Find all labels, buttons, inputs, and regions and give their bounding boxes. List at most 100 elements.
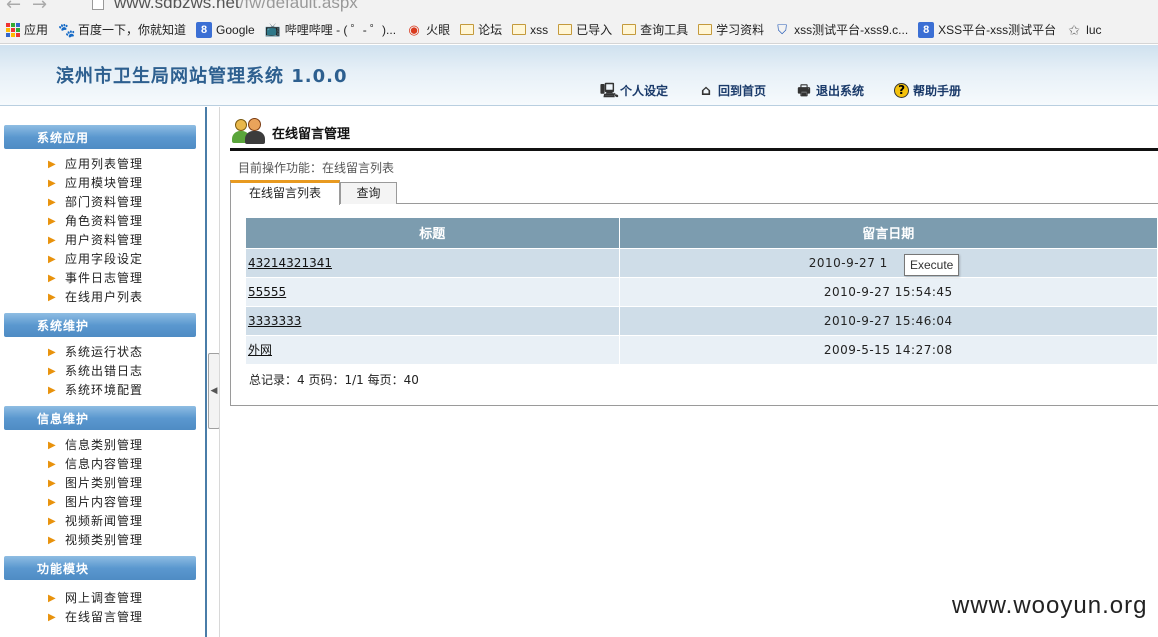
tab-message-list[interactable]: 在线留言列表	[230, 180, 340, 205]
google-icon: 8	[196, 21, 213, 38]
browser-address-bar[interactable]: ← → www.sdbzws.net/fw/default.aspx	[0, 0, 1158, 16]
sidebar-item[interactable]: ▶ 网上调查管理	[48, 589, 205, 608]
folder-icon	[558, 24, 573, 35]
bookmark-xss9[interactable]: ⛉ xss测试平台-xss9.c...	[774, 21, 908, 38]
breadcrumb: 目前操作功能：在线留言列表	[238, 161, 395, 175]
arrow-icon: ▶	[48, 385, 57, 396]
personal-settings-link[interactable]: 🖳 个人设定	[600, 82, 668, 99]
message-title-cell: 外网	[246, 334, 620, 364]
message-table: 标题 留言日期 43214321341 2010-9-27 1 55555 20…	[246, 218, 1158, 364]
home-link[interactable]: ⌂ 回到首页	[698, 82, 766, 99]
table-row: 3333333 2010-9-27 15:46:04	[246, 305, 1158, 335]
page-title: 在线留言管理	[272, 126, 351, 142]
tab-bar: 在线留言列表 查询	[230, 180, 1158, 205]
sidebar-item[interactable]: ▶ 应用列表管理	[48, 155, 205, 174]
forward-arrow-icon[interactable]: →	[32, 0, 47, 15]
sidebar-item[interactable]: ▶ 系统运行状态	[48, 343, 205, 362]
message-title-link[interactable]: 3333333	[248, 314, 301, 328]
sidebar-item[interactable]: ▶ 系统出错日志	[48, 362, 205, 381]
app-title: 滨州市卫生局网站管理系统 1.0.0	[56, 66, 348, 87]
logout-link[interactable]: 🖶 退出系统	[796, 82, 864, 99]
arrow-icon: ▶	[48, 440, 57, 451]
table-row: 43214321341 2010-9-27 1	[246, 247, 1158, 277]
arrow-icon: ▶	[48, 347, 57, 358]
bookmark-folder-study[interactable]: 学习资料	[698, 21, 764, 38]
bookmark-bilibili[interactable]: 📺 哔哩哔哩 - ( ゜- ゜)...	[265, 21, 396, 38]
baidu-paw-icon: 🐾	[58, 21, 76, 38]
sidebar-item-online-messages[interactable]: ▶ 在线留言管理	[48, 608, 205, 627]
table-row: 55555 2010-9-27 15:54:45	[246, 276, 1158, 306]
arrow-icon: ▶	[48, 159, 57, 170]
column-header-title[interactable]: 标题	[246, 218, 620, 248]
message-date: 2009-5-15 14:27:08	[619, 334, 1158, 364]
sidebar-item[interactable]: ▶ 信息内容管理	[48, 455, 205, 474]
sidebar-group-system-apps[interactable]: 系统应用	[4, 125, 196, 149]
folder-icon	[698, 24, 713, 35]
home-icon: ⌂	[701, 82, 712, 99]
bookmark-folder-imported[interactable]: 已导入	[558, 21, 612, 38]
arrow-icon: ▶	[48, 254, 57, 265]
arrow-icon: ▶	[48, 178, 57, 189]
message-title-cell: 3333333	[246, 305, 620, 335]
sidebar-item[interactable]: ▶ 信息类别管理	[48, 436, 205, 455]
bookmarks-bar: 应用 🐾 百度一下，你就知道 8 Google 📺 哔哩哔哩 - ( ゜- ゜)…	[0, 16, 1158, 44]
message-date-cell: 2010-9-27 1	[619, 247, 1158, 277]
sidebar-item[interactable]: ▶ 角色资料管理	[48, 212, 205, 231]
sidebar-group-system-maintenance[interactable]: 系统维护	[4, 313, 196, 337]
arrow-icon: ▶	[48, 535, 57, 546]
bookmark-folder-forum[interactable]: 论坛	[460, 21, 502, 38]
help-manual-link[interactable]: ? 帮助手册	[894, 82, 961, 99]
bookmark-xss-platform[interactable]: 8 XSS平台-xss测试平台	[918, 21, 1056, 38]
app-header: 滨州市卫生局网站管理系统 1.0.0 🖳 个人设定 ⌂ 回到首页 🖶 退出系统 …	[0, 45, 1158, 106]
sidebar-item[interactable]: ▶ 图片类别管理	[48, 474, 205, 493]
sidebar-item[interactable]: ▶ 部门资料管理	[48, 193, 205, 212]
sidebar-item[interactable]: ▶ 在线用户列表	[48, 288, 205, 307]
message-date: 2010-9-27 1	[808, 255, 888, 270]
top-links: 🖳 个人设定 ⌂ 回到首页 🖶 退出系统 ? 帮助手册	[600, 82, 991, 99]
sidebar-item[interactable]: ▶ 图片内容管理	[48, 493, 205, 512]
sidebar-item[interactable]: ▶ 应用模块管理	[48, 174, 205, 193]
sidebar-item[interactable]: ▶ 视频类别管理	[48, 531, 205, 550]
sidebar-group-info-maintenance[interactable]: 信息维护	[4, 406, 196, 430]
sidebar: 系统应用 ▶ 应用列表管理 ▶ 应用模块管理 ▶ 部门资料管理 ▶ 角色资料管理 ▶ 用户…	[0, 107, 207, 637]
message-title-link[interactable]: 43214321341	[248, 256, 332, 270]
folder-icon	[512, 24, 527, 35]
bookmark-folder-xss[interactable]: xss	[512, 23, 548, 37]
back-arrow-icon[interactable]: ←	[6, 0, 21, 15]
page-icon	[92, 0, 104, 10]
arrow-icon: ▶	[48, 235, 57, 246]
message-title-link[interactable]: 外网	[248, 343, 272, 357]
bookmark-folder-tools[interactable]: 查询工具	[622, 21, 688, 38]
message-date: 2010-9-27 15:54:45	[619, 276, 1158, 306]
arrow-icon: ▶	[48, 366, 57, 377]
column-header-date[interactable]: 留言日期	[619, 218, 1158, 248]
sidebar-item[interactable]: ▶ 应用字段设定	[48, 250, 205, 269]
sidebar-group-function-modules[interactable]: 功能模块	[4, 556, 196, 580]
bookmark-fireeye[interactable]: ◉ 火眼	[406, 21, 450, 38]
bookmark-baidu[interactable]: 🐾 百度一下，你就知道	[58, 21, 186, 38]
url-text[interactable]: www.sdbzws.net/fw/default.aspx	[114, 0, 358, 13]
divider	[230, 148, 1158, 151]
message-date: 2010-9-27 15:46:04	[619, 305, 1158, 335]
message-title-link[interactable]: 55555	[248, 285, 286, 299]
page-header: 在线留言管理	[232, 117, 350, 147]
arrow-icon: ▶	[48, 292, 57, 303]
table-row: 外网 2009-5-15 14:27:08	[246, 334, 1158, 364]
fireeye-icon: ◉	[408, 21, 420, 37]
sidebar-item[interactable]: ▶ 视频新闻管理	[48, 512, 205, 531]
tooltip: Execute	[904, 254, 960, 276]
bookmark-apps[interactable]: 应用	[2, 21, 48, 38]
bilibili-tv-icon: 📺	[264, 21, 281, 37]
sidebar-item[interactable]: ▶ 系统环境配置	[48, 381, 205, 400]
bookmark-google[interactable]: 8 Google	[196, 21, 255, 38]
sidebar-group-items: ▶ 系统运行状态 ▶ 系统出错日志 ▶ 系统环境配置	[0, 337, 205, 400]
sidebar-item[interactable]: ▶ 用户资料管理	[48, 231, 205, 250]
users-icon	[232, 117, 266, 147]
pagination-summary: 总记录：4 页码：1/1 每页：40	[249, 373, 419, 387]
google-icon: 8	[918, 21, 935, 38]
main-content: 在线留言管理 目前操作功能：在线留言列表 在线留言列表 查询 标题 留言日期 4…	[220, 107, 1158, 637]
tab-query[interactable]: 查询	[340, 182, 397, 204]
bookmark-luc[interactable]: ✩ luc	[1066, 22, 1101, 38]
arrow-icon: ▶	[48, 273, 57, 284]
sidebar-item[interactable]: ▶ 事件日志管理	[48, 269, 205, 288]
